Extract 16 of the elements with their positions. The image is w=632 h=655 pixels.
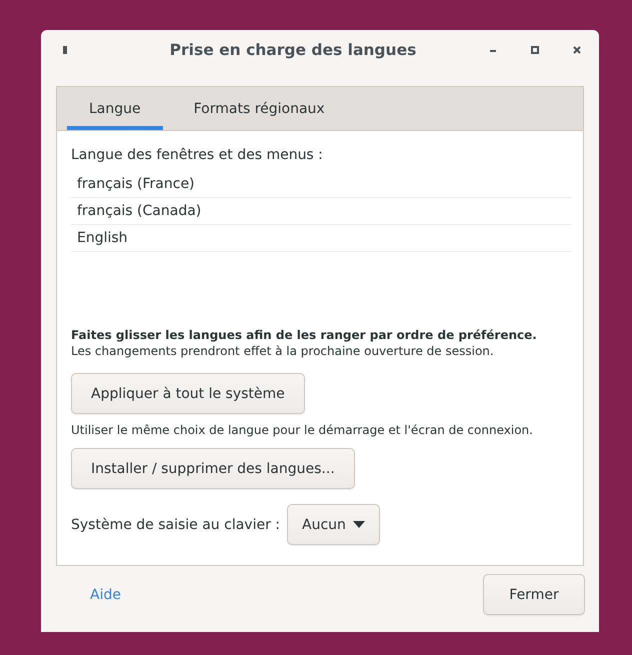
hint-title: Faites glisser les langues afin de les ranger par ordre de préférence. bbox=[71, 328, 538, 342]
close-button[interactable]: Fermer bbox=[483, 574, 585, 615]
input-method-label: Système de saisie au clavier : bbox=[71, 516, 280, 532]
language-row[interactable]: français (France) bbox=[71, 171, 571, 198]
language-row[interactable]: français (Canada) bbox=[71, 198, 571, 225]
caret-icon bbox=[352, 521, 365, 528]
input-method-dropdown[interactable]: Aucun bbox=[287, 504, 380, 545]
tab[interactable]: Formats régionaux bbox=[172, 87, 347, 130]
tab[interactable]: Langue bbox=[67, 87, 163, 130]
install-button[interactable]: Installer / supprimer des langues... bbox=[71, 448, 355, 489]
apply-button[interactable]: Appliquer à tout le système bbox=[71, 373, 305, 414]
window-title: Prise en charge des langues bbox=[170, 41, 416, 59]
language-row[interactable]: English bbox=[71, 225, 571, 252]
hint-note: Les changements prendront effet à la prochaine ouverture de session. bbox=[71, 344, 495, 358]
list-label: Langue des fenêtres et des menus : bbox=[71, 147, 324, 163]
apply-note: Utiliser le même choix de langue pour le démarrage et l'écran de connexion. bbox=[71, 423, 534, 437]
